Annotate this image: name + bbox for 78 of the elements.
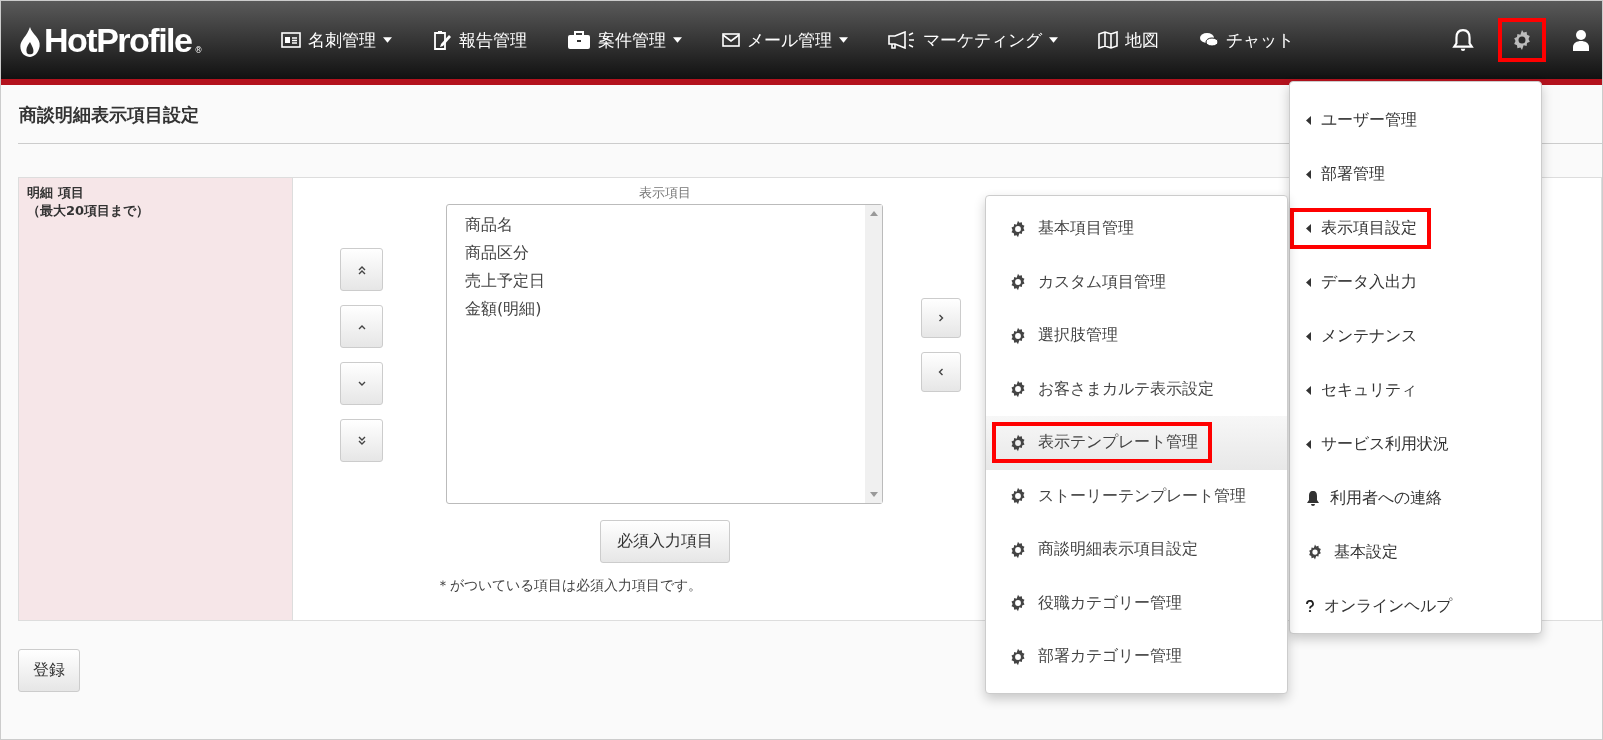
caret-icon xyxy=(1049,37,1058,43)
caret-icon xyxy=(839,37,848,43)
move-top-button[interactable] xyxy=(340,248,383,291)
flame-icon xyxy=(19,27,41,57)
briefcase-icon xyxy=(567,30,591,50)
menu-item[interactable]: 選択肢管理 xyxy=(986,309,1287,363)
list-option[interactable]: 金額(明細) xyxy=(465,295,847,323)
scroll-down-icon[interactable] xyxy=(869,492,878,497)
nav-item[interactable]: 案件管理 xyxy=(567,28,682,52)
double-chevron-up-icon xyxy=(356,264,367,275)
bell-icon xyxy=(1451,28,1474,52)
caret-left-icon xyxy=(1306,277,1311,287)
bell-icon xyxy=(1306,490,1320,506)
megaphone-icon xyxy=(888,31,916,49)
menu-item[interactable]: ストーリーテンプレート管理 xyxy=(986,469,1287,523)
caret-icon xyxy=(673,37,682,43)
settings-button[interactable] xyxy=(1497,18,1547,62)
id-card-icon xyxy=(281,32,301,48)
column-header: 表示項目 xyxy=(638,184,691,202)
menu-item[interactable]: 基本項目管理 xyxy=(986,202,1287,256)
move-down-button[interactable] xyxy=(340,362,383,405)
page-title: 商談明細表示項目設定 xyxy=(18,103,199,127)
list-option[interactable]: 商品区分 xyxy=(465,239,847,267)
caret-left-icon xyxy=(1306,169,1311,179)
clipboard-pen-icon xyxy=(432,30,452,50)
scrollbar[interactable] xyxy=(865,205,882,503)
caret-left-icon xyxy=(1306,439,1311,449)
envelope-icon xyxy=(722,33,740,47)
scroll-up-icon[interactable] xyxy=(869,211,878,216)
menu-item[interactable]: 基本設定 xyxy=(1290,525,1541,579)
field-note: （最大20項目まで） xyxy=(27,202,151,220)
menu-item[interactable]: データ入出力 xyxy=(1290,255,1541,309)
field-label: 明細 項目 xyxy=(27,184,85,202)
list-box[interactable]: 商品名 商品区分 売上予定日 金額(明細) xyxy=(446,204,883,504)
move-up-button[interactable] xyxy=(340,305,383,348)
menu-item[interactable]: メンテナンス xyxy=(1290,309,1541,363)
add-button[interactable] xyxy=(921,298,961,338)
menu-item[interactable]: 部署管理 xyxy=(1290,147,1541,201)
note-text: ＊がついている項目は必須入力項目です。 xyxy=(436,577,702,595)
caret-left-icon xyxy=(1306,223,1311,233)
menu-item[interactable]: 表示テンプレート管理 xyxy=(986,416,1287,470)
menu-item[interactable]: 商談明細表示項目設定 xyxy=(986,523,1287,577)
menu-item[interactable]: お客さまカルテ表示設定 xyxy=(986,362,1287,416)
nav-item[interactable]: チャット xyxy=(1199,28,1294,52)
list-option[interactable]: 売上予定日 xyxy=(465,267,847,295)
caret-left-icon xyxy=(1306,385,1311,395)
menu-item[interactable]: カスタム項目管理 xyxy=(986,255,1287,309)
menu-item[interactable]: 利用者への連絡 xyxy=(1290,471,1541,525)
registered-mark: ® xyxy=(194,47,203,55)
menu-item[interactable]: オンラインヘルプ xyxy=(1290,579,1541,633)
move-bottom-button[interactable] xyxy=(340,419,383,462)
map-icon xyxy=(1098,31,1118,49)
nav-item[interactable]: メール管理 xyxy=(722,28,848,52)
menu-item[interactable]: セキュリティ xyxy=(1290,363,1541,417)
nav-item[interactable]: 報告管理 xyxy=(432,28,527,52)
double-chevron-down-icon xyxy=(356,435,367,446)
nav-item[interactable]: 名刺管理 xyxy=(281,28,392,52)
chat-bubbles-icon xyxy=(1199,32,1219,48)
caret-icon xyxy=(383,37,392,43)
menu-item[interactable]: サービス利用状況 xyxy=(1290,417,1541,471)
nav-item[interactable]: マーケティング xyxy=(888,28,1058,52)
chevron-right-icon xyxy=(936,313,946,323)
caret-left-icon xyxy=(1306,115,1311,125)
help-icon xyxy=(1306,600,1314,612)
remove-button[interactable] xyxy=(921,352,961,392)
list-option[interactable]: 商品名 xyxy=(465,211,847,239)
user-icon xyxy=(1573,29,1589,51)
menu-item[interactable]: 役職カテゴリー管理 xyxy=(986,576,1287,630)
menu-item[interactable]: 部署カテゴリー管理 xyxy=(986,630,1287,684)
chevron-left-icon xyxy=(936,367,946,377)
register-button[interactable]: 登録 xyxy=(18,649,80,692)
menu-item[interactable]: ユーザー管理 xyxy=(1290,93,1541,147)
nav-item[interactable]: 地図 xyxy=(1098,28,1159,52)
brand-logo[interactable]: HotProfile xyxy=(44,23,192,57)
settings-icon xyxy=(1306,543,1324,561)
menu-item[interactable]: 表示項目設定 xyxy=(1290,201,1541,255)
required-fields-button[interactable]: 必須入力項目 xyxy=(599,520,730,563)
caret-left-icon xyxy=(1306,331,1311,341)
